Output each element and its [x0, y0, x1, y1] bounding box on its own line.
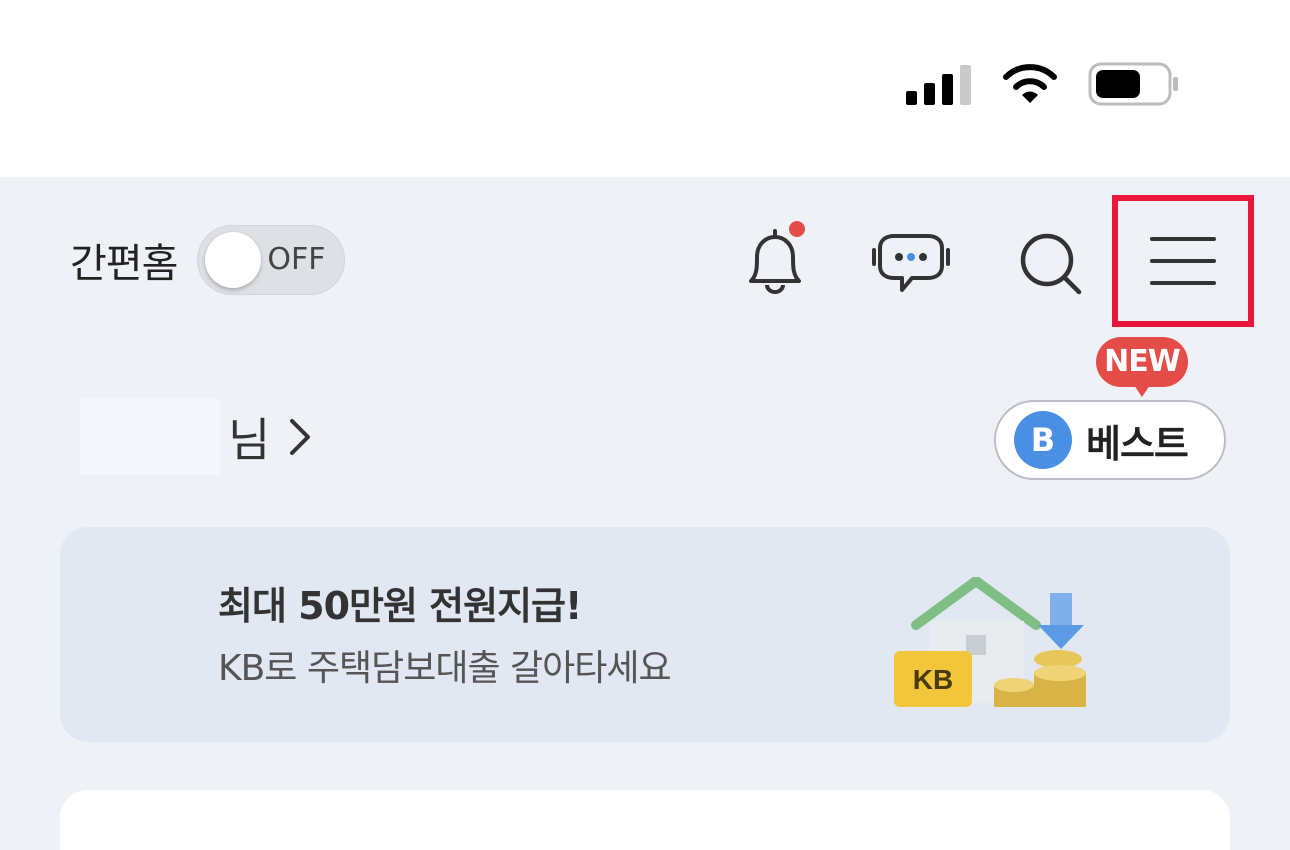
content-card	[60, 790, 1230, 850]
status-icons	[906, 62, 1180, 106]
chatbot-button[interactable]	[866, 219, 956, 309]
best-button[interactable]: B 베스트	[994, 400, 1226, 480]
status-bar	[0, 0, 1290, 177]
app-screen: 간편홈 OFF 님 NEW B 베스트 최대 50만원 전원지급! KB로 주택…	[0, 177, 1290, 850]
new-badge: NEW	[1096, 337, 1188, 397]
promo-banner[interactable]: 최대 50만원 전원지급! KB로 주택담보대출 갈아타세요 KB	[60, 527, 1230, 742]
house-loan-illustration: KB	[894, 577, 1086, 707]
menu-icon	[1150, 237, 1216, 285]
search-icon	[1020, 233, 1082, 295]
notification-button[interactable]	[730, 219, 820, 309]
simple-home-label: 간편홈	[70, 241, 178, 287]
best-b-icon: B	[1014, 411, 1072, 469]
menu-button[interactable]	[1112, 195, 1254, 327]
user-name-redacted	[80, 399, 220, 475]
search-button[interactable]	[1006, 219, 1096, 309]
chevron-right-icon	[290, 419, 311, 455]
banner-subtitle: KB로 주택담보대출 갈아타세요	[218, 648, 672, 689]
user-greeting-link[interactable]: 님	[80, 399, 312, 475]
banner-art-label: KB	[913, 664, 953, 695]
chatbot-icon	[872, 234, 950, 292]
wifi-icon	[1003, 64, 1057, 103]
battery-icon	[1088, 62, 1178, 106]
greeting-suffix: 님	[228, 413, 271, 467]
notification-dot	[789, 221, 805, 237]
bell-icon	[749, 221, 805, 294]
banner-title: 최대 50만원 전원지급!	[218, 584, 582, 628]
toggle-state-label: OFF	[267, 242, 326, 277]
simple-home-switch: 간편홈 OFF	[70, 225, 346, 295]
simple-home-toggle[interactable]: OFF	[197, 225, 346, 295]
toggle-knob	[205, 232, 262, 288]
cellular-signal-icon	[906, 65, 971, 105]
best-label: 베스트	[1086, 421, 1189, 466]
